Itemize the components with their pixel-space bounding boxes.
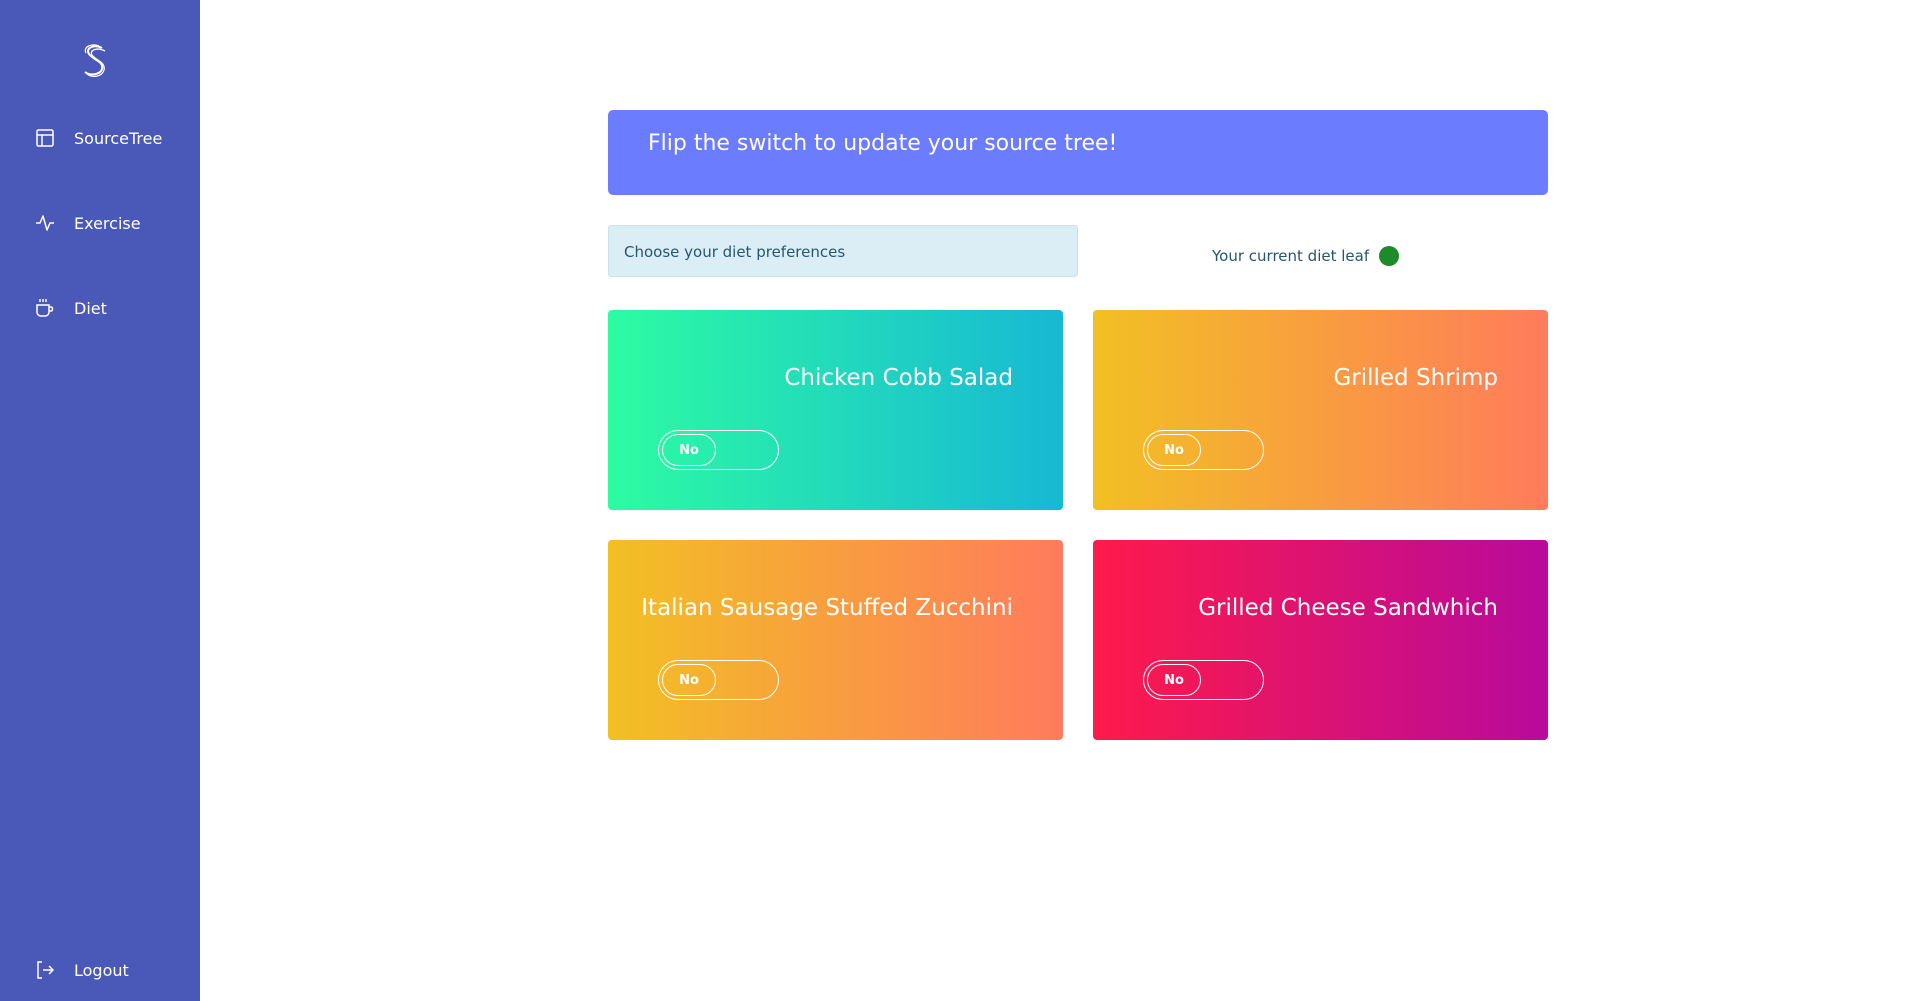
diet-preferences-label: Choose your diet preferences — [608, 225, 1078, 277]
diet-card-title: Italian Sausage Stuffed Zucchini — [641, 595, 1013, 621]
toggle-knob: No — [1147, 664, 1201, 696]
s-logo-icon[interactable] — [80, 44, 110, 78]
activity-icon — [34, 212, 56, 234]
sidebar-item-label: Diet — [74, 298, 107, 318]
sidebar-item-exercise[interactable]: Exercise — [34, 211, 141, 235]
toggle-knob: No — [662, 434, 716, 466]
sidebar: SourceTree Exercise Diet Logout — [0, 0, 200, 1001]
diet-card-title: Chicken Cobb Salad — [784, 365, 1013, 391]
diet-card-grilled-cheese-sandwhich: Grilled Cheese Sandwhich No — [1093, 540, 1548, 740]
logout-button[interactable]: Logout — [34, 958, 129, 982]
update-banner: Flip the switch to update your source tr… — [608, 110, 1548, 195]
diet-toggle[interactable]: No — [1143, 430, 1264, 470]
diet-toggle[interactable]: No — [658, 430, 779, 470]
diet-card-title: Grilled Shrimp — [1333, 365, 1498, 391]
layout-icon — [34, 127, 56, 149]
diet-card-title: Grilled Cheese Sandwhich — [1198, 595, 1498, 621]
sidebar-item-label: SourceTree — [74, 128, 163, 148]
coffee-icon — [34, 297, 56, 319]
toggle-knob: No — [662, 664, 716, 696]
diet-leaf-label: Your current diet leaf — [1212, 247, 1370, 265]
diet-leaf-indicator — [1379, 246, 1400, 266]
diet-leaf-status: Your current diet leaf — [1212, 245, 1400, 267]
sidebar-item-sourcetree[interactable]: SourceTree — [34, 126, 162, 150]
diet-toggle[interactable]: No — [1143, 660, 1264, 700]
sidebar-item-label: Exercise — [74, 213, 141, 233]
diet-card-grilled-shrimp: Grilled Shrimp No — [1093, 310, 1548, 510]
toggle-knob: No — [1147, 434, 1201, 466]
diet-toggle[interactable]: No — [658, 660, 779, 700]
sidebar-item-diet[interactable]: Diet — [34, 296, 107, 320]
diet-card-italian-sausage-stuffed-zucchini: Italian Sausage Stuffed Zucchini No — [608, 540, 1063, 740]
logout-label: Logout — [74, 960, 129, 980]
diet-card-chicken-cobb-salad: Chicken Cobb Salad No — [608, 310, 1063, 510]
logout-icon — [34, 959, 56, 981]
